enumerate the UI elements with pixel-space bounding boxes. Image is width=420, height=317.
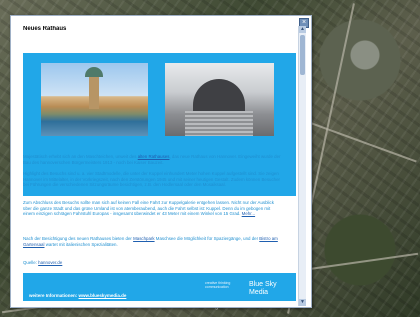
paragraph-text: Maschsee die Möglichkeit für Spaziergäng… [154,236,260,241]
rathaus-interior-photo [165,63,274,136]
balloon-content: Neues Rathaus Majestätisch erhebt sich a… [23,26,296,301]
bluesky-link[interactable]: www.blueskymedia.de [79,293,127,298]
footer-info: weitere Informationen: www.blueskymedia.… [29,293,126,298]
scroll-thumb[interactable] [300,35,305,75]
paragraph-text: wartet mit italienischen Spezialitäten. [44,241,118,247]
scroll-down-icon[interactable]: ▼ [299,299,306,306]
footer-info-label: weitere Informationen: [29,293,79,298]
rathaus-exterior-photo [41,63,148,136]
source-line: Quelle: hannover.de [23,260,281,266]
scroll-up-icon[interactable]: ▲ [299,26,306,33]
paragraph-2: Highlight des Besuchs sind u. a. vier St… [23,171,280,188]
paragraph-text: Nach der Besichtigung des neuen Rathause… [23,236,134,241]
stairs-shape [185,111,253,136]
logo-text-top: Blue Sky [249,281,277,288]
vertical-scrollbar[interactable]: ▲ ▼ [298,26,306,306]
alte-rathaus-link[interactable]: alten Rathauses [138,154,170,159]
logo-text-bottom: Media [249,289,269,296]
bluesky-logo[interactable]: Blue Sky Media [249,281,277,297]
paragraph-text: Zum Abschluss des Besuchs sollte man sic… [23,200,274,217]
paragraph-3: Zum Abschluss des Besuchs sollte man sic… [23,200,281,217]
paragraph-text: Majestätisch erhebt sich an den Maschtei… [23,154,138,159]
maschpark-link[interactable]: Maschpark [133,236,154,241]
dome-shape [85,67,103,77]
paragraph-1: Majestätisch erhebt sich an den Maschtei… [23,154,281,165]
footer-banner: creative thinking communication Blue Sky… [23,273,296,301]
balloon-title: Neues Rathaus [23,26,67,32]
source-label: Quelle: [23,260,39,265]
paragraph-4: Nach der Besichtigung des neuen Rathause… [23,236,281,247]
mehr-link[interactable]: Mehr... [242,211,255,216]
source-link[interactable]: hannover.de [38,260,62,265]
logo-tagline: creative thinking communication [205,281,231,289]
info-balloon: × Neues Rathaus Majestätisch erhebt sich… [10,15,312,308]
